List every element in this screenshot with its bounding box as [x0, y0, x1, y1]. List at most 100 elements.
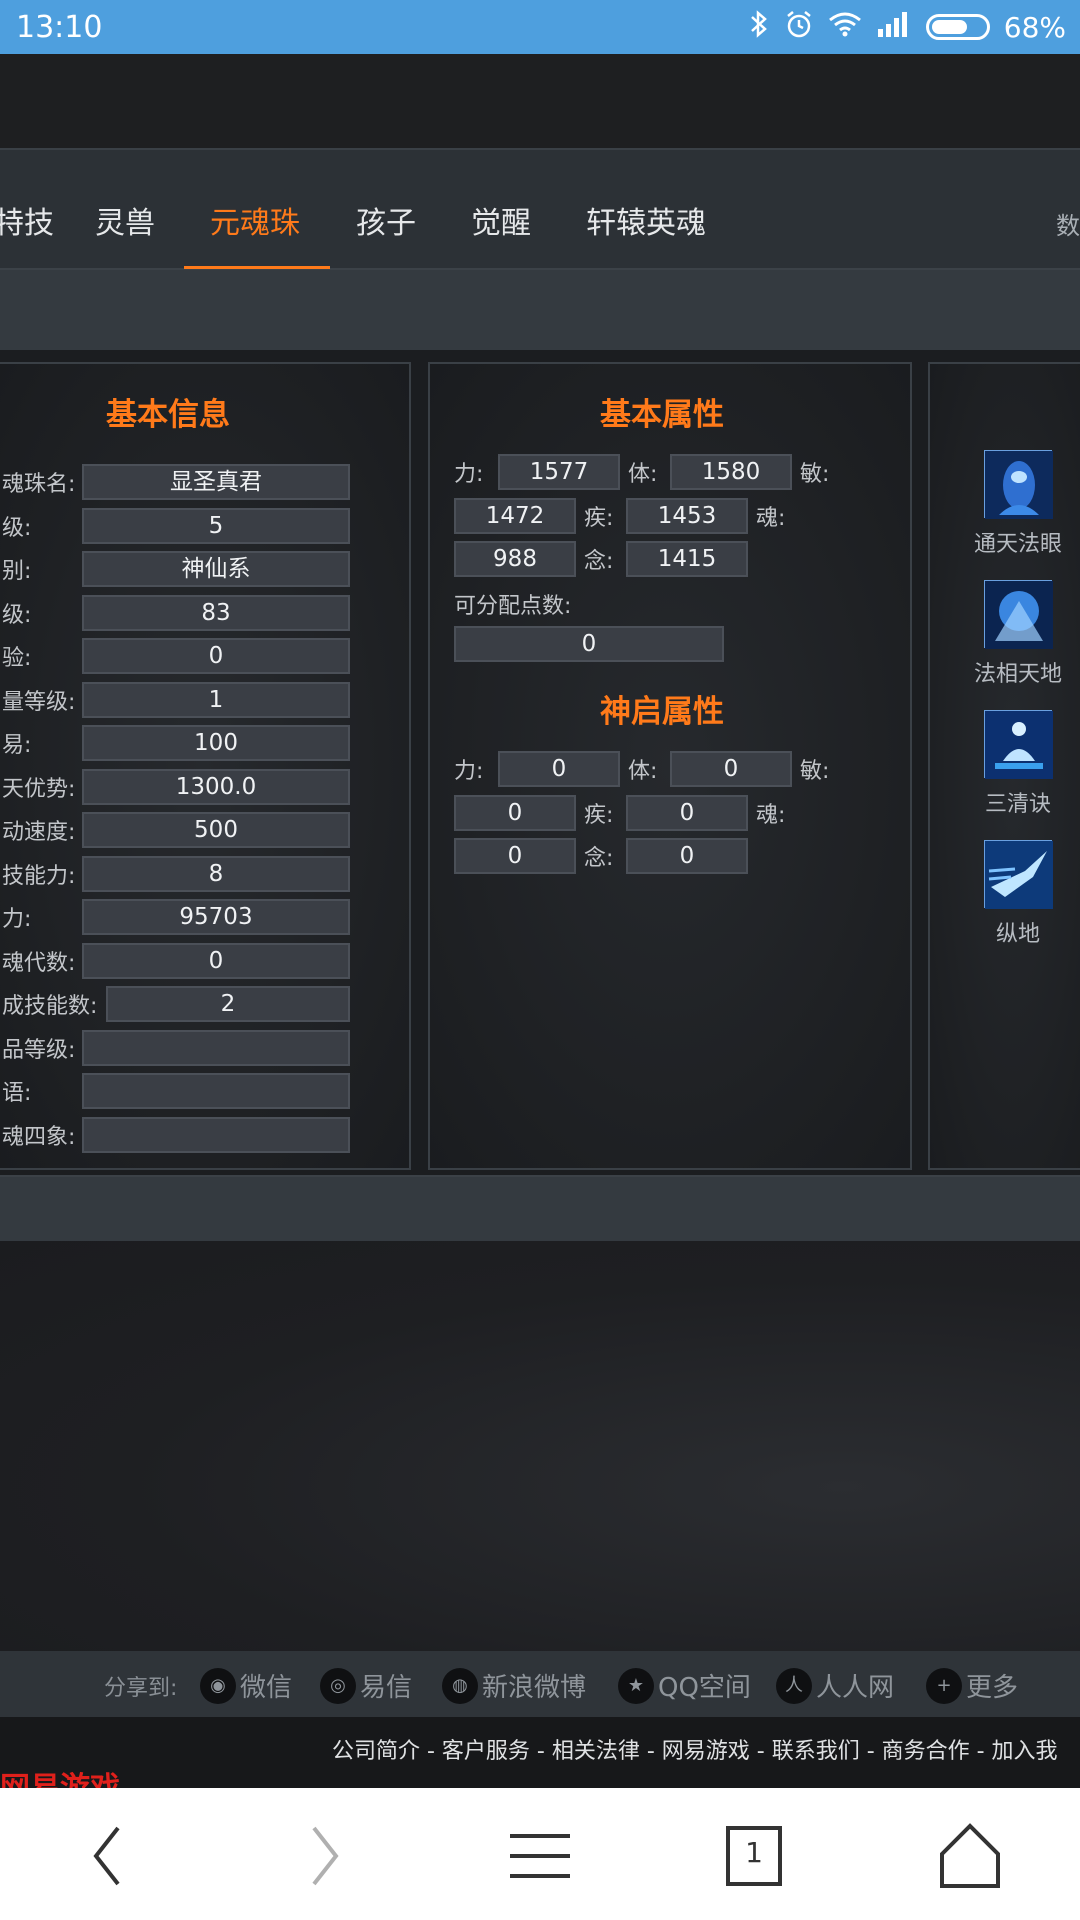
- status-bar: 13:10 68%: [0, 0, 1080, 54]
- share-label: 更多: [966, 1673, 1019, 1703]
- free-points-value: 0: [454, 626, 724, 662]
- shenqi-label-ji: 疾:: [584, 803, 614, 828]
- skill-item[interactable]: 三清诀: [970, 710, 1066, 818]
- basic-attr-title: 基本属性: [600, 397, 724, 433]
- shenqi-min-value: 0: [454, 795, 576, 831]
- shenqi-nian-value: 0: [626, 838, 748, 874]
- shenqi-hun-value: 0: [454, 838, 576, 874]
- info-value: 100: [82, 725, 350, 761]
- share-yixin-button[interactable]: ◎ 易信: [320, 1667, 412, 1704]
- share-lead: 分享到:: [104, 1676, 178, 1701]
- attr-label-li: 力:: [454, 462, 484, 487]
- attr-hun-value: 988: [454, 541, 576, 577]
- share-label: 人人网: [816, 1673, 895, 1703]
- share-qzone-button[interactable]: ★ QQ空间: [618, 1667, 751, 1704]
- active-tab-indicator: [184, 266, 330, 269]
- shenqi-ji-value: 0: [626, 795, 748, 831]
- info-label: 别:: [2, 559, 32, 584]
- tab-overflow[interactable]: 数: [1056, 206, 1080, 241]
- skill-name: 通天法眼: [973, 532, 1062, 557]
- home-button[interactable]: [930, 1818, 1010, 1894]
- giant-skill-icon: [984, 580, 1053, 649]
- info-label: 力:: [2, 907, 32, 932]
- basic-info-panel: 基本信息 魂珠名: 显圣真君 级: 5 别: 神仙系 级: 83 验: 0 量等级: 1 易: 100 天优…: [0, 362, 411, 1170]
- info-value: 500: [82, 812, 350, 848]
- info-value: 5: [82, 508, 350, 544]
- attr-ti-value: 1580: [670, 454, 792, 490]
- renren-icon: 人: [776, 1667, 812, 1704]
- info-label: 动速度:: [2, 820, 76, 845]
- info-label: 语:: [2, 1081, 32, 1106]
- detail-content: 基本信息 魂珠名: 显圣真君 级: 5 别: 神仙系 级: 83 验: 0 量等级: 1 易: 100 天优…: [0, 350, 1080, 1175]
- tab-child[interactable]: 孩子: [356, 198, 416, 242]
- share-label: 易信: [360, 1673, 413, 1703]
- info-value: 95703: [82, 899, 350, 935]
- weibo-icon: ◍: [442, 1667, 478, 1704]
- tab-bar: 特技 灵兽 元魂珠 孩子 觉醒 轩辕英魂 数: [0, 148, 1080, 270]
- tab-soul-orb[interactable]: 元魂珠: [210, 198, 300, 242]
- shenqi-label-li: 力:: [454, 759, 484, 784]
- tab-spirit-beast[interactable]: 灵兽: [95, 198, 155, 242]
- skill-item[interactable]: 通天法眼: [970, 450, 1066, 558]
- skill-item[interactable]: 纵地: [970, 840, 1066, 948]
- meditation-skill-icon: [984, 710, 1053, 779]
- background-area: [0, 1241, 1080, 1651]
- skill-item[interactable]: 法相天地: [970, 580, 1066, 688]
- tab-xuanyuan-hero-soul[interactable]: 轩辕英魂: [586, 198, 706, 242]
- signal-icon: [876, 11, 912, 44]
- info-label: 级:: [2, 603, 32, 628]
- info-value: 显圣真君: [82, 464, 350, 500]
- wechat-icon: ◉: [200, 1667, 236, 1704]
- tab-awakening[interactable]: 觉醒: [471, 198, 531, 242]
- shenqi-label-ti: 体:: [628, 759, 658, 784]
- forward-button[interactable]: [286, 1818, 366, 1894]
- site-footer: 公司简介 - 客户服务 - 相关法律 - 网易游戏 - 联系我们 - 商务合作 …: [0, 1717, 1080, 1788]
- tabs-button[interactable]: 1: [714, 1818, 794, 1894]
- info-value: 0: [82, 943, 350, 979]
- tab-count: 1: [745, 1836, 763, 1869]
- free-points-label: 可分配点数:: [454, 594, 572, 619]
- info-label: 魂珠名:: [2, 472, 76, 497]
- info-value: 83: [82, 595, 350, 631]
- back-button[interactable]: [66, 1818, 146, 1894]
- content-footer-band: [0, 1175, 1080, 1241]
- share-renren-button[interactable]: 人人人网: [776, 1667, 894, 1704]
- shenqi-label-min: 敏:: [800, 759, 830, 784]
- info-value: 1: [82, 682, 350, 718]
- attr-label-hun: 魂:: [756, 506, 786, 531]
- info-value: 0: [82, 638, 350, 674]
- attr-min-value: 1472: [454, 498, 576, 534]
- info-label: 天优势:: [2, 777, 76, 802]
- skill-name: 三清诀: [984, 792, 1051, 817]
- tab-special-skill[interactable]: 特技: [0, 198, 54, 242]
- info-value: 神仙系: [82, 551, 350, 587]
- shenqi-label-hun: 魂:: [756, 803, 786, 828]
- share-more-button[interactable]: + 更多: [926, 1667, 1018, 1704]
- attr-li-value: 1577: [498, 454, 620, 490]
- status-time: 13:10: [16, 10, 103, 45]
- attr-ji-value: 1453: [626, 498, 748, 534]
- attr-label-ti: 体:: [628, 462, 658, 487]
- qzone-icon: ★: [618, 1667, 654, 1704]
- netease-games-logo: 网易游戏: [0, 1763, 120, 1788]
- menu-button[interactable]: [500, 1818, 580, 1894]
- info-label: 品等级:: [2, 1038, 76, 1063]
- info-label: 级:: [2, 516, 32, 541]
- battery-icon: [925, 14, 990, 40]
- shenqi-label-nian: 念:: [584, 846, 614, 871]
- browser-header: [0, 54, 1080, 148]
- share-wechat-button[interactable]: ◉ 微信: [200, 1667, 292, 1704]
- attr-label-min: 敏:: [800, 462, 830, 487]
- share-bar: 分享到: ◉ 微信 ◎ 易信 ◍ 新浪微博 ★ QQ空间 人人人网 + 更多: [0, 1651, 1080, 1717]
- footer-links[interactable]: 公司简介 - 客户服务 - 相关法律 - 网易游戏 - 联系我们 - 商务合作 …: [332, 1733, 1058, 1765]
- alarm-icon: [784, 9, 814, 46]
- info-label: 技能力:: [2, 864, 76, 889]
- plus-icon: +: [926, 1667, 962, 1704]
- share-weibo-button[interactable]: ◍ 新浪微博: [442, 1667, 586, 1704]
- info-label: 验:: [2, 646, 32, 671]
- browser-nav-bar: 1: [0, 1788, 1080, 1920]
- sub-toolbar: [0, 270, 1080, 350]
- shenqi-attr-title: 神启属性: [600, 694, 724, 730]
- basic-info-title: 基本信息: [106, 397, 230, 433]
- eye-skill-icon: [984, 450, 1053, 519]
